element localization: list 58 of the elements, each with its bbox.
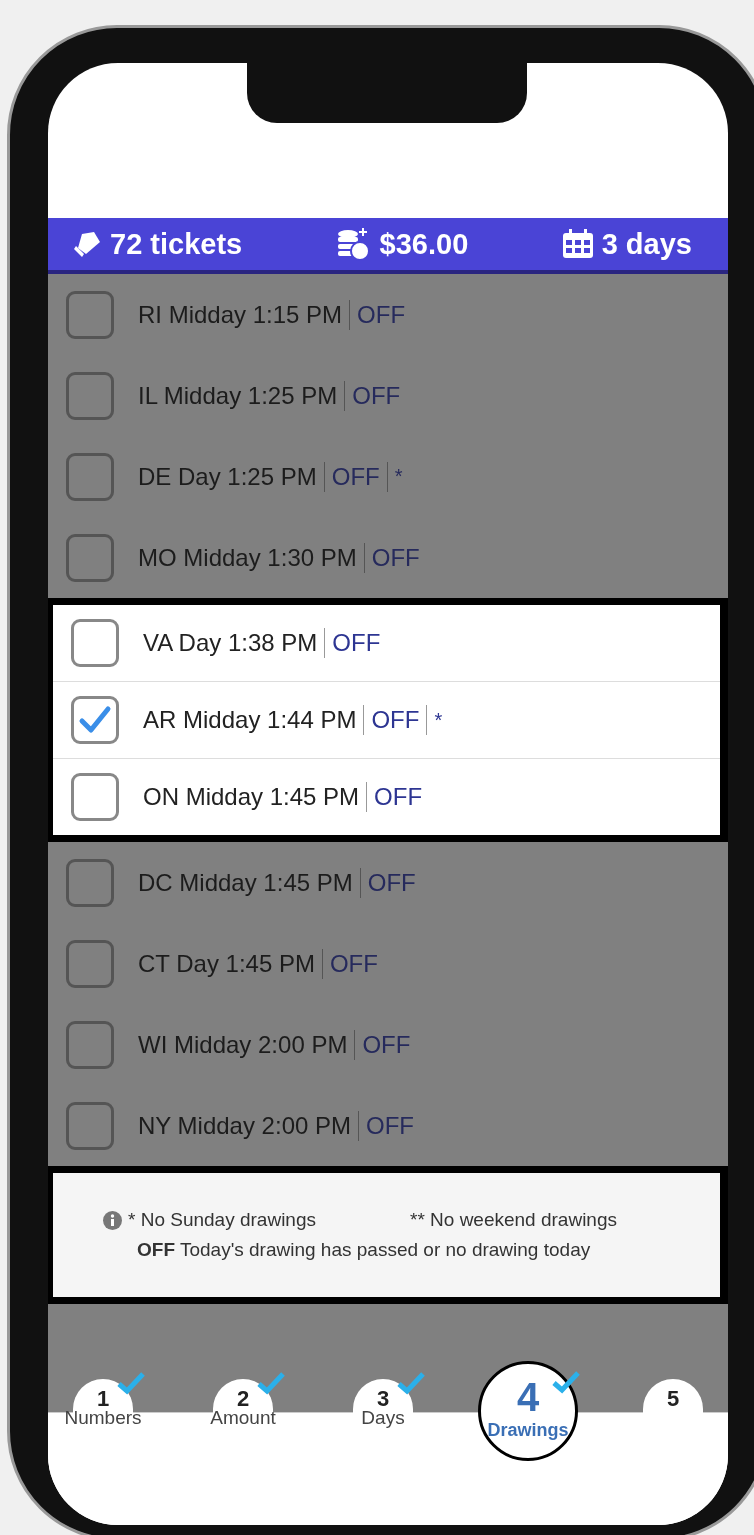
step-number: 4 bbox=[516, 1374, 540, 1420]
drawing-name: MO Midday 1:30 PM bbox=[138, 543, 357, 572]
legend-text: * No Sunday drawings bbox=[128, 1209, 316, 1231]
checkbox[interactable] bbox=[66, 1101, 114, 1150]
checkbox[interactable] bbox=[66, 533, 114, 582]
day-count: 3 days bbox=[601, 227, 692, 261]
status-text: OFF bbox=[366, 1111, 414, 1140]
status-text: OFF bbox=[374, 783, 423, 811]
drawing-name: IL Midday 1:25 PM bbox=[138, 381, 338, 410]
drawing-name: DC Midday 1:45 PM bbox=[138, 868, 353, 897]
checkbox[interactable] bbox=[71, 619, 119, 667]
status-text: OFF bbox=[352, 381, 401, 410]
status-text: OFF bbox=[371, 543, 420, 572]
checkbox[interactable] bbox=[71, 696, 119, 744]
drawing-name: RI Midday 1:15 PM bbox=[138, 300, 343, 329]
checkbox[interactable] bbox=[66, 371, 114, 420]
drawing-row[interactable]: WI Midday 2:00 PM OFF bbox=[48, 1004, 728, 1085]
drawing-row[interactable]: DE Day 1:25 PM OFF * bbox=[48, 436, 728, 517]
drawing-row[interactable]: AR Midday 1:44 PM OFF * bbox=[53, 681, 720, 759]
checkbox[interactable] bbox=[66, 452, 114, 501]
checkbox[interactable] bbox=[66, 290, 114, 339]
drawing-row[interactable]: ON Midday 1:45 PM OFF bbox=[53, 759, 720, 835]
drawing-row[interactable]: CT Day 1:45 PM OFF bbox=[48, 923, 728, 1004]
status-text: OFF bbox=[367, 868, 416, 897]
status-text: OFF bbox=[329, 949, 378, 978]
drawing-row[interactable]: RI Midday 1:15 PM OFF bbox=[48, 274, 728, 355]
footnote-mark: * bbox=[394, 465, 403, 488]
info-icon bbox=[103, 1210, 122, 1230]
footnote-mark: * bbox=[434, 708, 443, 732]
legend-text: ** No weekend drawings bbox=[410, 1209, 617, 1231]
drawing-name: ON Midday 1:45 PM bbox=[143, 783, 360, 811]
total-amount: $36.00 bbox=[379, 227, 469, 261]
drawing-name: VA Day 1:38 PM bbox=[143, 629, 318, 657]
checkbox[interactable] bbox=[66, 858, 114, 907]
checkbox[interactable] bbox=[66, 1020, 114, 1069]
checkmark-icon bbox=[78, 705, 112, 735]
drawing-name: CT Day 1:45 PM bbox=[138, 949, 315, 978]
status-text: OFF bbox=[331, 462, 380, 491]
drawing-name: DE Day 1:25 PM bbox=[138, 462, 317, 491]
drawing-name: AR Midday 1:44 PM bbox=[143, 706, 357, 734]
checkbox[interactable] bbox=[66, 939, 114, 988]
legend-text: OFF Today's drawing has passed or no drawing today bbox=[137, 1239, 592, 1261]
checkbox[interactable] bbox=[71, 773, 119, 821]
status-text: OFF bbox=[362, 1030, 411, 1059]
step-label: Drawings bbox=[487, 1420, 569, 1441]
status-text: OFF bbox=[332, 629, 381, 657]
drawing-row[interactable]: MO Midday 1:30 PM OFF bbox=[48, 517, 728, 598]
status-text: OFF bbox=[357, 300, 406, 329]
tickets-icon bbox=[72, 230, 102, 258]
drawing-row[interactable]: VA Day 1:38 PM OFF bbox=[53, 605, 720, 681]
ticket-count: 72 tickets bbox=[110, 227, 243, 261]
status-text: OFF bbox=[371, 706, 420, 734]
calendar-icon bbox=[561, 229, 594, 259]
drawing-row[interactable]: NY Midday 2:00 PM OFF bbox=[48, 1085, 728, 1166]
drawing-name: WI Midday 2:00 PM bbox=[138, 1030, 348, 1059]
drawing-name: NY Midday 2:00 PM bbox=[138, 1111, 351, 1140]
drawing-row[interactable]: IL Midday 1:25 PM OFF bbox=[48, 355, 728, 436]
drawing-row[interactable]: DC Midday 1:45 PM OFF bbox=[48, 842, 728, 923]
